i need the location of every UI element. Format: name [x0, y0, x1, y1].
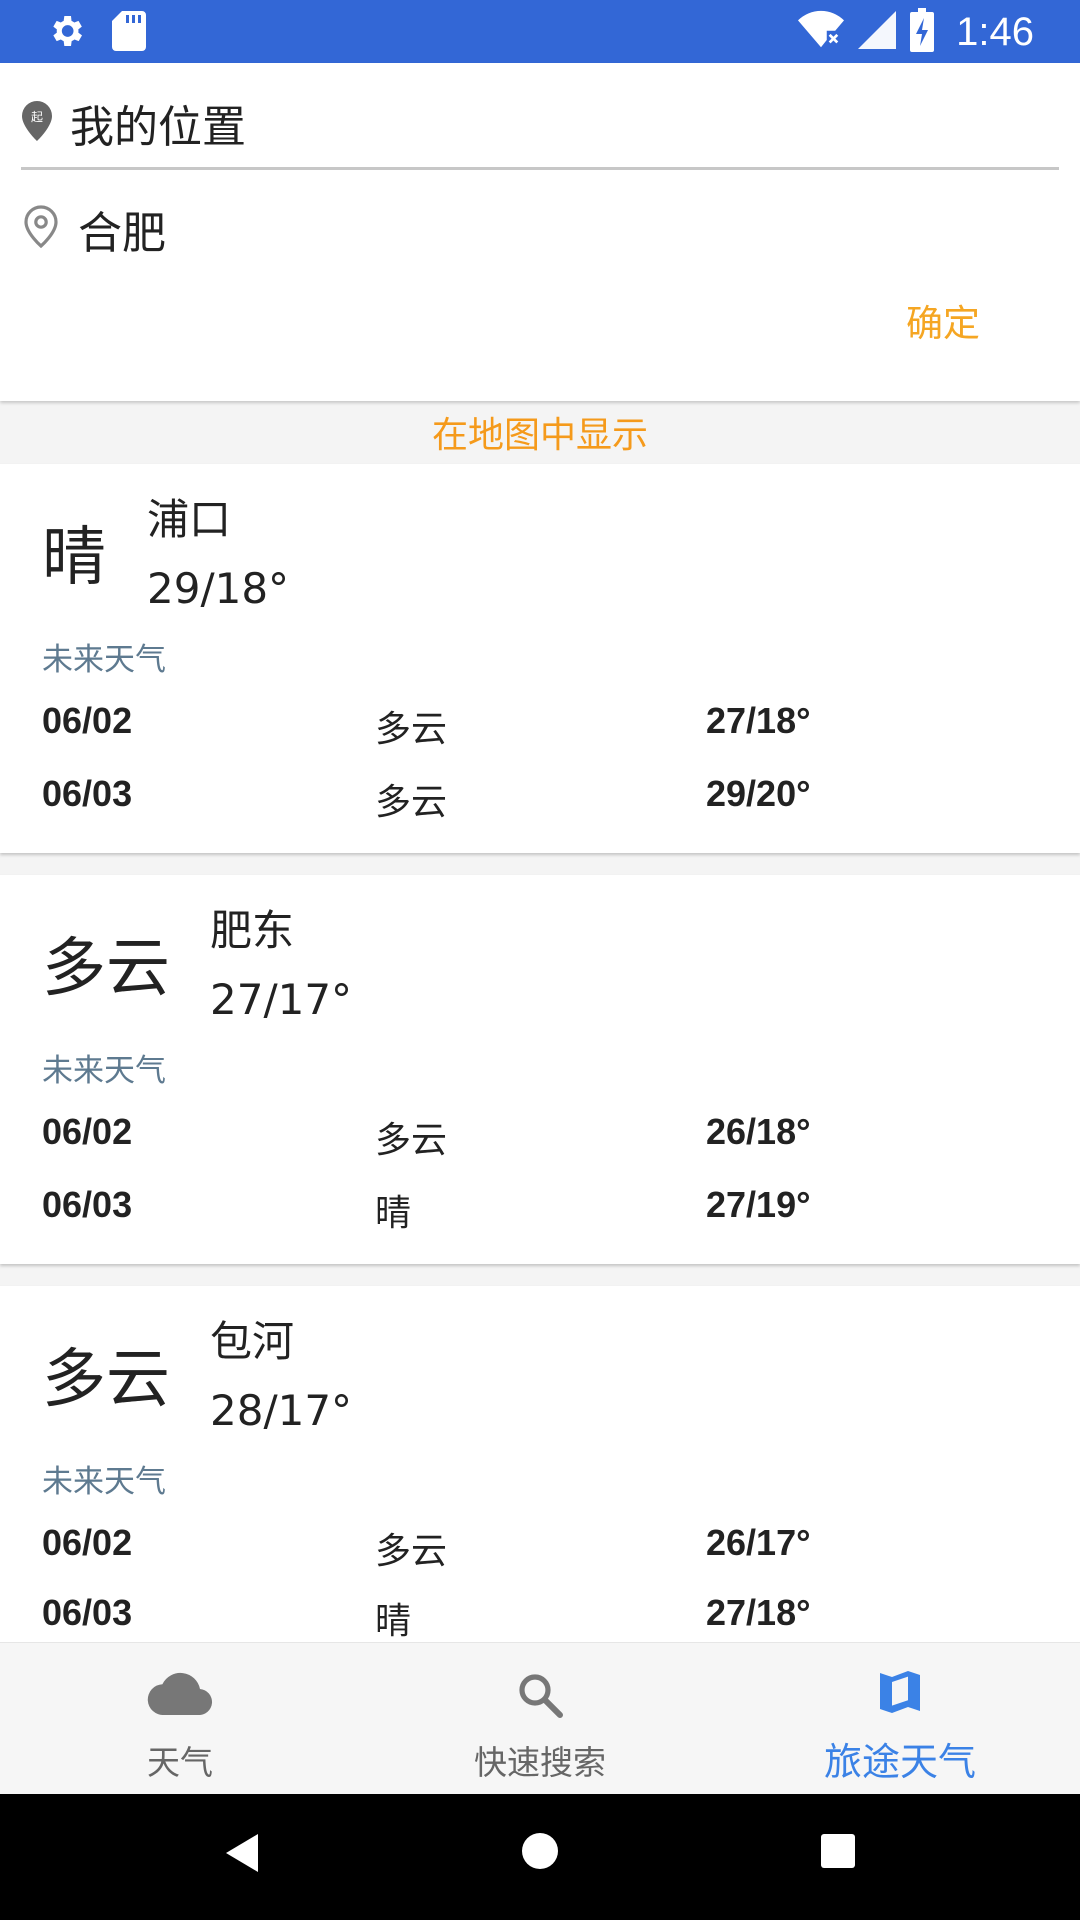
forecast-condition: 晴 — [375, 1601, 412, 1642]
show-on-map-link[interactable]: 在地图中显示 — [0, 406, 1080, 458]
origin-row[interactable]: 起 我的位置 — [22, 91, 246, 155]
forecast-date: 06/03 — [42, 1592, 133, 1633]
forecast-row: 06/02 多云 27/18° — [42, 700, 1042, 750]
weather-card[interactable]: 晴 浦口 29/18° 未来天气 06/02 多云 27/18° 06/03 多… — [0, 464, 1080, 853]
forecast-row: 06/02 多云 26/18° — [42, 1111, 1042, 1161]
location-pin-icon — [22, 205, 60, 253]
home-button[interactable] — [520, 1831, 560, 1875]
forecast-condition: 多云 — [375, 1120, 448, 1161]
weather-card[interactable]: 多云 肥东 27/17° 未来天气 06/02 多云 26/18° 06/03 … — [0, 875, 1080, 1264]
forecast-condition: 多云 — [375, 709, 448, 750]
tab-weather-label: 天气 — [147, 1743, 213, 1782]
tab-quick-search[interactable]: 快速搜索 — [360, 1643, 720, 1795]
destination-input[interactable]: 合肥 — [78, 197, 166, 261]
origin-pin-icon: 起 — [22, 101, 52, 145]
future-weather-label: 未来天气 — [42, 1053, 166, 1089]
forecast-date: 06/03 — [42, 773, 133, 814]
system-navigation-bar — [0, 1794, 1080, 1920]
clock: 1:46 — [956, 9, 1034, 54]
city-name: 浦口 — [147, 495, 232, 544]
current-temp: 28/17° — [210, 1386, 353, 1435]
gear-icon — [46, 11, 86, 55]
current-condition: 多云 — [42, 1343, 170, 1417]
future-weather-label: 未来天气 — [42, 1464, 166, 1500]
weather-card[interactable]: 多云 包河 28/17° 未来天气 06/02 多云 26/17° 06/03 … — [0, 1286, 1080, 1642]
confirm-button[interactable]: 确定 — [906, 293, 980, 347]
route-panel: 起 我的位置 合肥 确定 — [0, 63, 1080, 401]
forecast-temp: 26/17° — [706, 1522, 811, 1563]
forecast-condition: 多云 — [375, 782, 448, 823]
forecast-date: 06/02 — [42, 700, 133, 741]
forecast-temp: 29/20° — [706, 773, 811, 814]
status-bar: 1:46 — [0, 0, 1080, 63]
map-icon — [720, 1667, 1080, 1719]
recents-square-icon — [821, 1834, 855, 1868]
forecast-date: 06/02 — [42, 1522, 133, 1563]
forecast-condition: 晴 — [375, 1193, 412, 1234]
search-icon — [360, 1671, 720, 1723]
current-condition: 晴 — [42, 521, 106, 595]
forecast-condition: 多云 — [375, 1531, 448, 1572]
forecast-temp: 27/18° — [706, 700, 811, 741]
bottom-navigation: 天气 快速搜索 旅途天气 — [0, 1642, 1080, 1795]
sd-card-icon — [112, 11, 146, 55]
home-circle-icon — [522, 1833, 558, 1869]
signal-icon — [858, 10, 897, 54]
back-button[interactable] — [224, 1832, 260, 1878]
current-temp: 27/17° — [210, 975, 353, 1024]
tab-travel-weather[interactable]: 旅途天气 — [720, 1643, 1080, 1795]
back-triangle-icon — [226, 1834, 258, 1872]
recents-button[interactable] — [821, 1834, 855, 1872]
forecast-row: 06/03 晴 27/18° — [42, 1592, 1042, 1642]
divider — [21, 167, 1059, 170]
battery-charging-icon — [910, 8, 935, 56]
forecast-row: 06/03 晴 27/19° — [42, 1184, 1042, 1234]
forecast-temp: 26/18° — [706, 1111, 811, 1152]
future-weather-label: 未来天气 — [42, 642, 166, 678]
svg-text:起: 起 — [31, 110, 43, 124]
city-name: 肥东 — [210, 906, 295, 955]
forecast-row: 06/02 多云 26/17° — [42, 1522, 1042, 1572]
forecast-temp: 27/19° — [706, 1184, 811, 1225]
forecast-date: 06/02 — [42, 1111, 133, 1152]
city-name: 包河 — [210, 1317, 295, 1366]
current-temp: 29/18° — [147, 564, 290, 613]
tab-weather[interactable]: 天气 — [0, 1643, 360, 1795]
tab-travel-weather-label: 旅途天气 — [823, 1740, 976, 1784]
wifi-off-icon — [798, 10, 845, 54]
tab-quick-search-label: 快速搜索 — [474, 1743, 606, 1782]
forecast-temp: 27/18° — [706, 1592, 811, 1633]
cloud-icon — [0, 1671, 360, 1719]
destination-row[interactable]: 合肥 — [22, 197, 166, 261]
origin-input[interactable]: 我的位置 — [70, 91, 246, 155]
forecast-date: 06/03 — [42, 1184, 133, 1225]
current-condition: 多云 — [42, 932, 170, 1006]
forecast-row: 06/03 多云 29/20° — [42, 773, 1042, 823]
